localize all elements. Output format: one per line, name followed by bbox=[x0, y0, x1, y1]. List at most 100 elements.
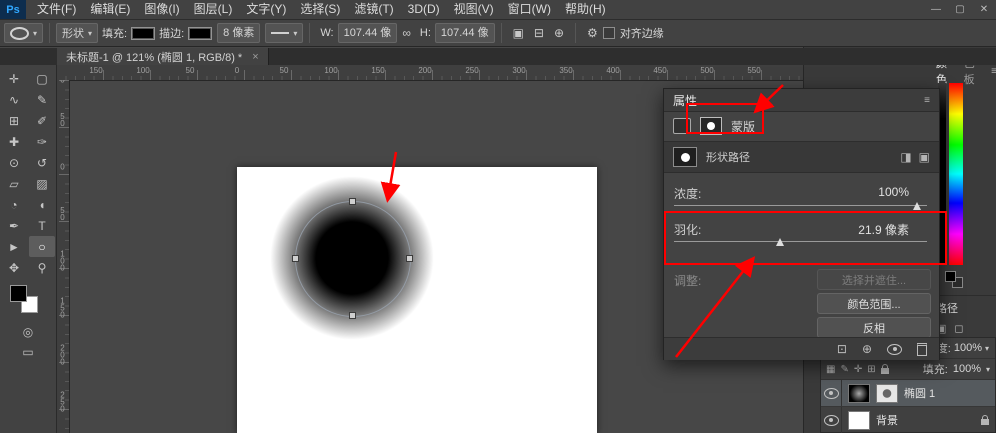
opacity-value[interactable]: 100% bbox=[954, 342, 982, 354]
dodge-tool[interactable]: ◖ bbox=[29, 194, 55, 215]
foreground-color-swatch[interactable] bbox=[10, 285, 27, 302]
add-pixel-mask-icon[interactable]: ◨ bbox=[900, 150, 911, 164]
maximize-button[interactable]: ▢ bbox=[948, 0, 972, 19]
stroke-color-swatch[interactable] bbox=[188, 27, 212, 40]
eraser-tool[interactable]: ▱ bbox=[1, 173, 27, 194]
menu-3d[interactable]: 3D(D) bbox=[401, 0, 447, 19]
menu-select[interactable]: 选择(S) bbox=[293, 0, 347, 19]
type-tool[interactable]: T bbox=[29, 215, 55, 236]
panel-menu-icon[interactable]: ≡ bbox=[991, 66, 996, 77]
menu-layer[interactable]: 图层(L) bbox=[187, 0, 240, 19]
stroke-width-input[interactable]: 8 像素 bbox=[217, 23, 260, 43]
fill-color-swatch[interactable] bbox=[131, 27, 155, 40]
layer-visibility-cell[interactable] bbox=[821, 380, 842, 406]
menu-view[interactable]: 视图(V) bbox=[447, 0, 501, 19]
lock-pixels-icon[interactable]: ✎ bbox=[840, 364, 848, 375]
layer-row-background[interactable]: 背景 bbox=[821, 407, 995, 433]
height-input[interactable]: 107.44 像 bbox=[435, 23, 495, 43]
lock-transparency-icon[interactable]: ▦ bbox=[826, 364, 835, 375]
vertical-ruler[interactable]: 1 0 0 5 0 0 5 0 1 0 0 1 5 0 2 0 0 2 5 0 bbox=[56, 80, 70, 433]
minimize-button[interactable]: — bbox=[924, 0, 948, 19]
lock-position-icon[interactable]: ✛ bbox=[854, 364, 862, 375]
chevron-down-icon[interactable]: ▾ bbox=[985, 344, 989, 353]
tool-preset-picker[interactable]: ▾ bbox=[4, 23, 43, 43]
crop-tool[interactable]: ⊞ bbox=[1, 110, 27, 131]
feather-value[interactable]: 21.9 像素 bbox=[858, 221, 909, 238]
menu-help[interactable]: 帮助(H) bbox=[558, 0, 613, 19]
move-tool[interactable]: ✛ bbox=[1, 68, 27, 89]
path-alignment-icon[interactable]: ⊟ bbox=[534, 26, 544, 40]
vector-mask-thumbnail[interactable] bbox=[876, 384, 898, 403]
path-anchor-top[interactable] bbox=[349, 198, 356, 205]
document-tab[interactable]: 未标题-1 @ 121% (椭圆 1, RGB/8) * × bbox=[57, 48, 269, 65]
menu-type[interactable]: 文字(Y) bbox=[239, 0, 293, 19]
path-arrangement-icon[interactable]: ⊕ bbox=[554, 26, 564, 40]
menu-image[interactable]: 图像(I) bbox=[137, 0, 186, 19]
menu-filter[interactable]: 滤镜(T) bbox=[347, 0, 400, 19]
gradient-tool[interactable]: ▨ bbox=[29, 173, 55, 194]
history-brush-tool[interactable]: ↺ bbox=[29, 152, 55, 173]
pixel-mask-icon[interactable] bbox=[673, 118, 691, 134]
link-dimensions-icon[interactable]: ∞ bbox=[402, 26, 411, 40]
pen-tool[interactable]: ✒ bbox=[1, 215, 27, 236]
layer-name[interactable]: 椭圆 1 bbox=[904, 385, 935, 401]
layer-thumbnail[interactable] bbox=[848, 411, 870, 430]
marquee-tool[interactable]: ▢ bbox=[29, 68, 55, 89]
menu-file[interactable]: 文件(F) bbox=[30, 0, 83, 19]
density-value[interactable]: 100% bbox=[878, 185, 909, 199]
clone-stamp-tool[interactable]: ⊙ bbox=[1, 152, 27, 173]
stroke-style-select[interactable]: ▾ bbox=[265, 23, 303, 43]
add-vector-mask-icon[interactable]: ▣ bbox=[919, 150, 930, 164]
path-operations-icon[interactable]: ▣ bbox=[513, 26, 524, 40]
brush-tool[interactable]: ✑ bbox=[29, 131, 55, 152]
layer-name[interactable]: 背景 bbox=[876, 412, 898, 428]
lasso-tool[interactable]: ∿ bbox=[1, 89, 27, 110]
apply-mask-icon[interactable]: ⊕ bbox=[862, 342, 872, 356]
quick-mask-icon[interactable]: ◎ bbox=[0, 325, 56, 339]
path-anchor-right[interactable] bbox=[406, 255, 413, 262]
path-anchor-bottom[interactable] bbox=[349, 312, 356, 319]
quick-selection-tool[interactable]: ✎ bbox=[29, 89, 55, 110]
invert-button[interactable]: 反相 bbox=[817, 317, 931, 338]
load-selection-icon[interactable]: ⊡ bbox=[837, 342, 847, 356]
screen-mode-icon[interactable]: ▭ bbox=[0, 345, 56, 359]
panel-menu-icon[interactable]: ≡ bbox=[924, 95, 930, 106]
hue-ramp[interactable] bbox=[949, 83, 963, 265]
color-range-button[interactable]: 颜色范围... bbox=[817, 293, 931, 314]
align-edges-checkbox[interactable] bbox=[603, 27, 615, 39]
ellipse-path-outline[interactable] bbox=[295, 201, 411, 317]
density-slider[interactable] bbox=[674, 205, 927, 206]
fill-value[interactable]: 100% bbox=[953, 363, 981, 375]
path-options-icon[interactable]: ◻ bbox=[954, 322, 963, 335]
horizontal-ruler[interactable]: 150 100 50 0 50 100 150 200 250 300 350 … bbox=[56, 65, 803, 81]
menu-edit[interactable]: 编辑(E) bbox=[83, 0, 137, 19]
layer-visibility-cell[interactable] bbox=[821, 407, 842, 433]
chevron-down-icon[interactable]: ▾ bbox=[986, 365, 990, 374]
mask-properties-icon[interactable] bbox=[700, 117, 722, 135]
lock-artboard-icon[interactable]: ⊞ bbox=[867, 364, 875, 375]
delete-mask-icon[interactable] bbox=[917, 343, 927, 356]
mask-visibility-icon[interactable] bbox=[887, 344, 902, 355]
feather-slider-handle[interactable] bbox=[776, 238, 784, 246]
ellipse-tool[interactable]: ○ bbox=[29, 236, 55, 257]
mask-thumbnail[interactable] bbox=[673, 147, 697, 167]
path-selection-tool[interactable]: ► bbox=[1, 236, 27, 257]
select-and-mask-button[interactable]: 选择并遮住... bbox=[817, 269, 931, 290]
lock-all-icon[interactable] bbox=[881, 368, 889, 374]
close-tab-icon[interactable]: × bbox=[252, 51, 258, 63]
menu-window[interactable]: 窗口(W) bbox=[501, 0, 558, 19]
foreground-color-mini-swatch[interactable] bbox=[945, 271, 956, 282]
layer-row-ellipse[interactable]: 椭圆 1 bbox=[821, 380, 995, 407]
eyedropper-tool[interactable]: ✐ bbox=[29, 110, 55, 131]
hand-tool[interactable]: ✥ bbox=[1, 257, 27, 278]
width-input[interactable]: 107.44 像 bbox=[338, 23, 398, 43]
blur-tool[interactable]: ◔ bbox=[1, 194, 27, 215]
path-anchor-left[interactable] bbox=[292, 255, 299, 262]
tab-paths[interactable]: 路径 bbox=[936, 300, 996, 316]
zoom-tool[interactable]: ⚲ bbox=[29, 257, 55, 278]
layer-thumbnail[interactable] bbox=[848, 384, 870, 403]
gear-icon[interactable]: ⚙ bbox=[587, 26, 598, 40]
close-button[interactable]: ✕ bbox=[972, 0, 996, 19]
healing-brush-tool[interactable]: ✚ bbox=[1, 131, 27, 152]
tool-mode-select[interactable]: 形状 ▾ bbox=[56, 23, 98, 43]
